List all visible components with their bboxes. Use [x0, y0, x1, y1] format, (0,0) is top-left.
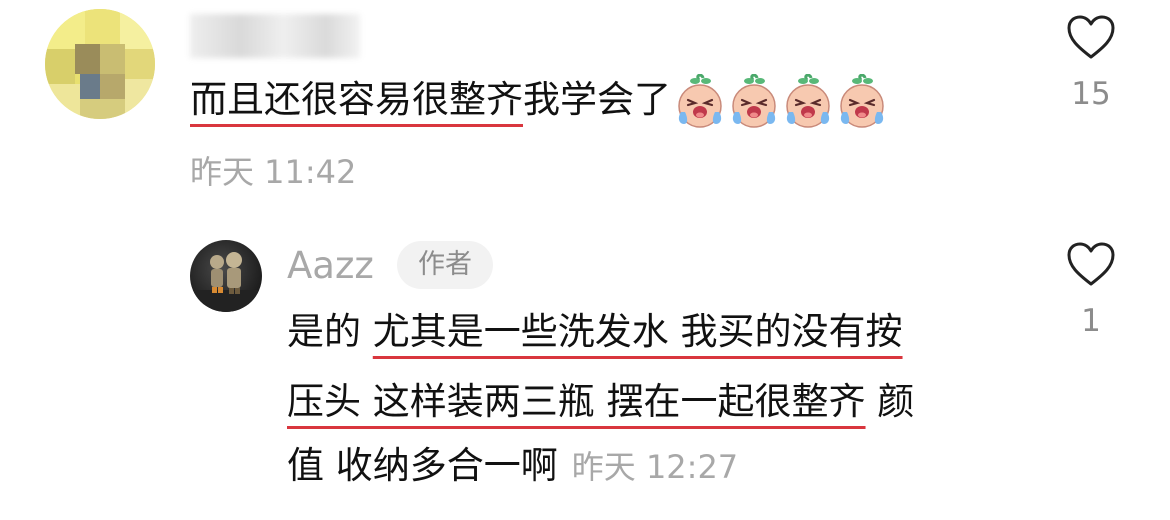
reply-text-plain: 颜	[865, 380, 915, 423]
reply-text-underlined: 尤其是一些洗发水 我买的没有按	[372, 310, 903, 353]
heart-outline-icon[interactable]	[1066, 241, 1116, 287]
emoji-row	[671, 70, 887, 130]
crying-face-sticker-icon	[732, 73, 776, 128]
commenter-username-blurred[interactable]	[190, 14, 360, 58]
crying-face-sticker-icon	[786, 73, 830, 128]
comment-like-count: 15	[1071, 76, 1111, 112]
reply-timestamp: 昨天 12:27	[571, 448, 739, 486]
crying-face-sticker-icon	[840, 73, 884, 128]
heart-outline-icon[interactable]	[1066, 14, 1116, 60]
comment-text-rest: 我学会了	[523, 78, 671, 121]
author-badge: 作者	[397, 241, 493, 289]
avatar-figurines-image	[190, 252, 262, 312]
author-avatar[interactable]	[190, 240, 262, 312]
comment-text: 而且还很容易很整齐 我学会了	[190, 70, 887, 130]
reply-text-line-1: 是的 尤其是一些洗发水 我买的没有按	[287, 302, 903, 362]
comment-timestamp: 昨天 11:42	[190, 153, 357, 191]
author-username[interactable]: Aazz	[287, 240, 374, 292]
crying-face-sticker-icon	[678, 73, 722, 128]
reply-text-plain: 是的	[287, 310, 373, 353]
reply-like-count: 1	[1081, 303, 1101, 339]
reply-text-plain: 值 收纳多合一啊	[287, 444, 558, 487]
comment-text-underlined: 而且还很容易很整齐	[190, 78, 523, 121]
reply-text-line-3: 值 收纳多合一啊 昨天 12:27	[287, 436, 738, 497]
commenter-avatar[interactable]	[45, 9, 155, 119]
reply-text-underlined: 压头 这样装两三瓶 摆在一起很整齐	[287, 380, 866, 423]
reply-text-line-2: 压头 这样装两三瓶 摆在一起很整齐 颜	[287, 372, 914, 432]
